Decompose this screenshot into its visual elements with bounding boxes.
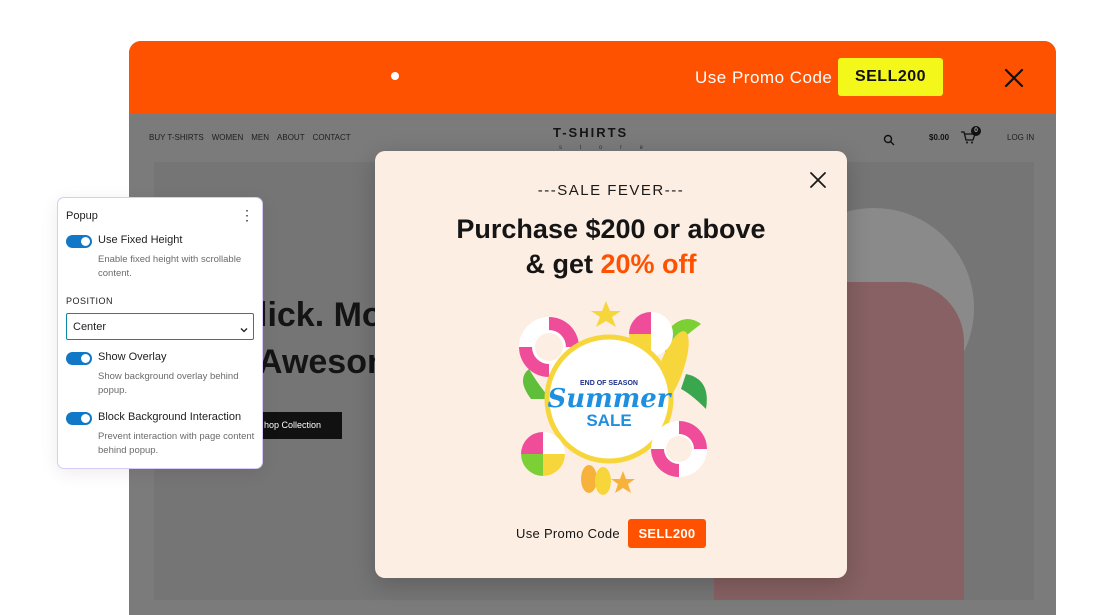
- show-overlay-label: Show Overlay: [98, 351, 167, 363]
- block-background-label: Block Background Interaction: [98, 411, 242, 423]
- search-icon[interactable]: [883, 133, 895, 146]
- chevron-down-icon: [239, 322, 249, 333]
- close-icon[interactable]: [1002, 66, 1026, 90]
- popup-footer-text: Use Promo Code: [516, 526, 620, 541]
- cart-count-badge: 0: [971, 126, 981, 136]
- login-link[interactable]: LOG IN: [1007, 133, 1034, 142]
- promo-bar-text: Use Promo Code: [695, 68, 833, 87]
- nav-item-women[interactable]: WOMEN: [212, 133, 244, 142]
- cart-price[interactable]: $0.00: [929, 133, 949, 142]
- panel-title: Popup: [66, 210, 98, 222]
- popup-footer: Use Promo Code SELL200: [375, 519, 847, 548]
- popup-eyebrow: ---SALE FEVER---: [537, 182, 685, 199]
- art-summer-text: Summer: [548, 384, 673, 414]
- fixed-height-toggle[interactable]: [66, 235, 92, 248]
- art-sale-text: SALE: [586, 411, 631, 430]
- site-logo[interactable]: T-SHIRTS: [553, 125, 628, 140]
- nav-item-buy-tshirts[interactable]: BUY T-SHIRTS: [149, 133, 204, 142]
- show-overlay-help: Show background overlay behind popup.: [98, 371, 239, 396]
- popup-title-line1: Purchase $200 or above: [456, 214, 766, 244]
- lifebuoy-right-icon: [651, 421, 707, 477]
- popup-title: Purchase $200 or above & get 20% off: [375, 212, 847, 282]
- promo-dot-icon: [391, 72, 399, 80]
- nav-item-contact[interactable]: CONTACT: [313, 133, 351, 142]
- show-overlay-toggle[interactable]: [66, 352, 92, 365]
- nav-item-men[interactable]: MEN: [251, 133, 269, 142]
- position-select-value: Center: [73, 321, 107, 333]
- block-background-help: Prevent interaction with page content be…: [98, 431, 255, 456]
- summer-sale-illustration: END OF SEASON Summer SALE: [519, 301, 707, 495]
- more-options-icon[interactable]: ⋮: [240, 207, 254, 223]
- popup-title-prefix: & get: [525, 249, 601, 279]
- popup-settings-panel: Popup ⋮ Use Fixed Height Enable fixed he…: [57, 197, 263, 469]
- position-label: POSITION: [66, 296, 114, 306]
- promo-bar: Use Promo Code SELL200: [129, 41, 1056, 114]
- site-nav: BUY T-SHIRTS WOMEN MEN ABOUT CONTACT: [149, 133, 351, 142]
- block-background-toggle[interactable]: [66, 412, 92, 425]
- fixed-height-label: Use Fixed Height: [98, 234, 183, 246]
- shop-collection-button[interactable]: hop Collection: [258, 412, 342, 439]
- popup-title-line2: & get 20% off: [375, 247, 847, 282]
- fixed-height-help: Enable fixed height with scrollable cont…: [98, 254, 242, 279]
- hero-headline: lick. Mo Aweson: [258, 296, 388, 381]
- promo-bar-code-button[interactable]: SELL200: [838, 58, 943, 96]
- sale-popup: ---SALE FEVER--- Purchase $200 or above …: [375, 151, 847, 578]
- nav-item-about[interactable]: ABOUT: [277, 133, 305, 142]
- popup-promo-code-button[interactable]: SELL200: [627, 519, 706, 548]
- popup-discount: 20% off: [600, 249, 697, 279]
- position-select[interactable]: Center: [66, 313, 254, 340]
